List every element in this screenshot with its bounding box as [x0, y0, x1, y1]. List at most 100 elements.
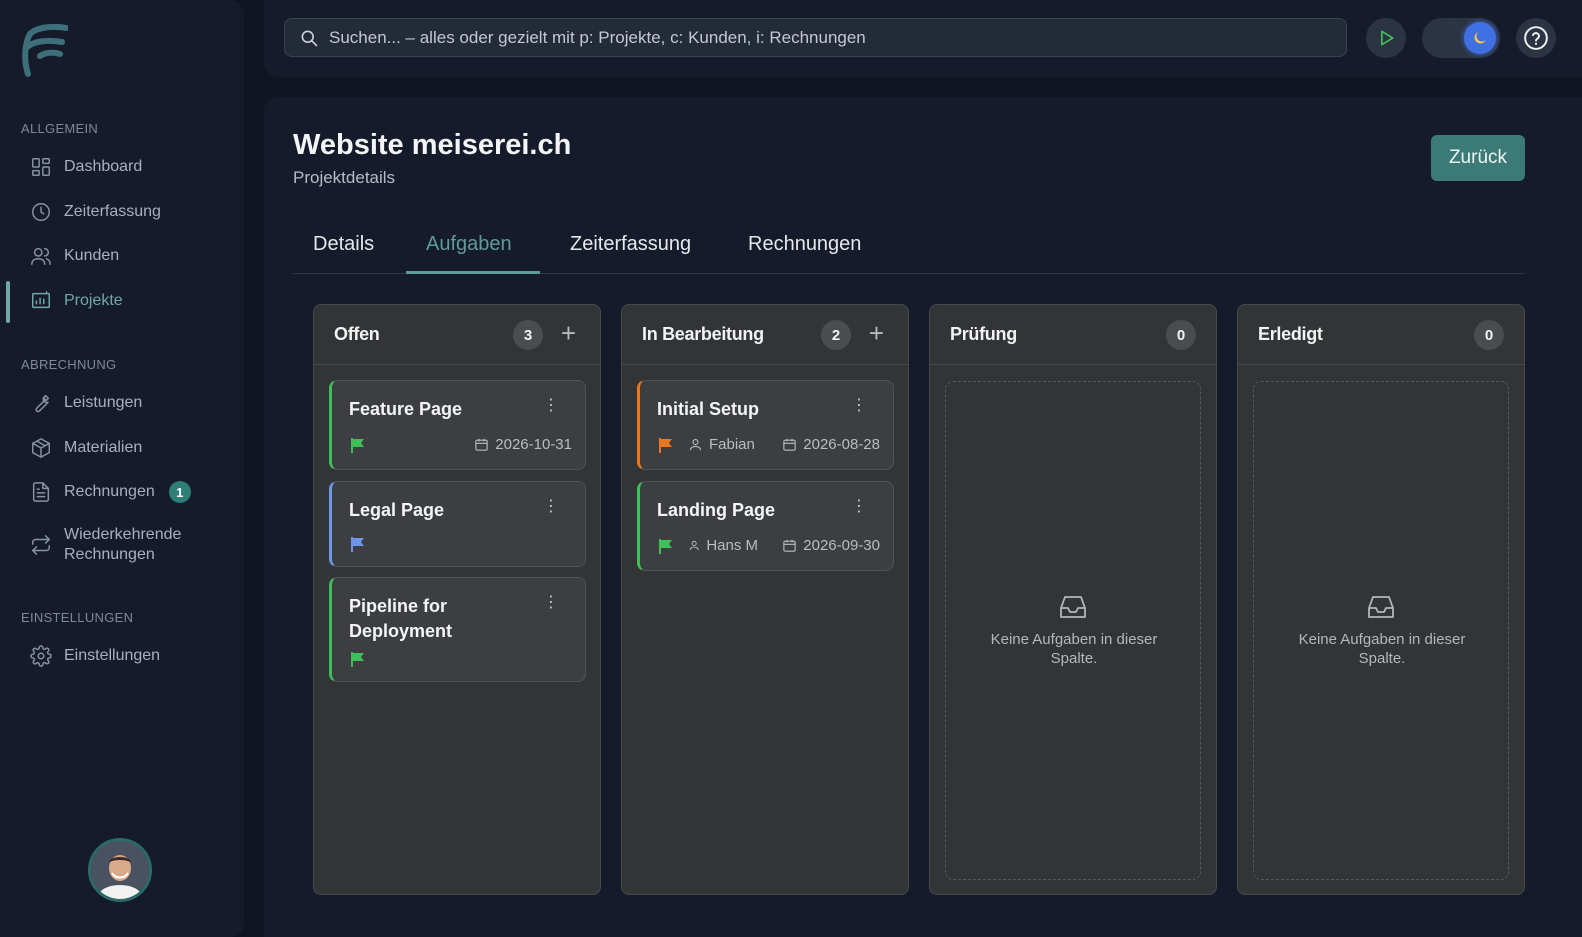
tab-details[interactable]: Details — [313, 233, 374, 256]
sidebar-item-customers[interactable]: Kunden — [30, 245, 119, 267]
dashboard-icon — [32, 158, 50, 176]
task-title: Landing Page — [657, 500, 776, 520]
priority-flag-icon — [659, 539, 672, 554]
column-count-badge: 2 — [821, 320, 851, 350]
task-menu-icon[interactable]: ⋮ — [543, 398, 559, 414]
back-button[interactable]: Zurück — [1431, 135, 1525, 181]
column-count-badge: 3 — [513, 320, 543, 350]
priority-flag-icon — [659, 438, 672, 453]
column-count-badge: 0 — [1166, 320, 1196, 350]
sidebar-item-projects[interactable]: Projekte — [30, 290, 123, 312]
assignee: Fabian — [688, 436, 755, 453]
wrench-icon — [35, 394, 50, 413]
sidebar-item-settings[interactable]: Einstellungen — [30, 645, 160, 667]
tab-invoices[interactable]: Rechnungen — [748, 233, 861, 256]
section-title-billing: ABRECHNUNG — [21, 357, 117, 372]
sidebar-item-services[interactable]: Leistungen — [30, 392, 142, 414]
start-timer-button[interactable] — [1366, 18, 1406, 58]
global-search[interactable] — [284, 18, 1347, 57]
repeat-icon — [32, 535, 50, 555]
sidebar-item-dashboard[interactable]: Dashboard — [30, 156, 142, 178]
active-tab-underline — [406, 271, 540, 274]
empty-dropzone[interactable]: Keine Aufgaben in dieser Spalte. — [1253, 381, 1509, 880]
task-card[interactable]: Legal Page ⋮ — [329, 481, 586, 567]
sidebar-item-label: Kunden — [64, 247, 120, 264]
user-icon — [689, 438, 702, 451]
board-column-done: Erledigt 0 Keine Aufgaben in dieser Spal… — [1237, 304, 1525, 895]
sidebar-item-label: Materialien — [64, 439, 143, 456]
task-card[interactable]: Initial Setup ⋮ Fabian 2026-08-28 — [637, 380, 894, 470]
invoices-count-badge: 1 — [168, 481, 191, 503]
column-header: Erledigt 0 — [1238, 305, 1524, 365]
tab-bar: Details Aufgaben Zeiterfassung Rechnunge… — [293, 225, 1525, 274]
sidebar-item-label: Wiederkehrende Rechnungen — [64, 525, 181, 565]
sidebar-item-time-tracking[interactable]: Zeiterfassung — [30, 201, 161, 223]
app-logo[interactable] — [20, 22, 68, 78]
topbar — [264, 0, 1582, 77]
sidebar-item-label: Einstellungen — [64, 647, 161, 664]
column-title: Erledigt — [1258, 324, 1323, 344]
task-title: Legal Page — [349, 500, 445, 520]
task-title-line-2: Deployment — [349, 621, 453, 641]
search-input[interactable] — [329, 27, 1329, 48]
column-title: Offen — [334, 324, 380, 344]
moon-icon — [1464, 22, 1496, 54]
priority-flag-icon — [351, 438, 364, 453]
recurring-label-line-2: Rechnungen — [64, 546, 155, 563]
user-icon — [689, 540, 699, 551]
task-card[interactable]: Pipeline for Deployment ⋮ — [329, 577, 586, 682]
empty-dropzone[interactable]: Keine Aufgaben in dieser Spalte. — [945, 381, 1201, 880]
sidebar-item-recurring-invoices[interactable]: Wiederkehrende Rechnungen — [30, 525, 181, 565]
theme-toggle[interactable] — [1422, 18, 1500, 58]
search-icon — [301, 30, 318, 46]
avatar-portrait-icon — [91, 841, 149, 899]
task-menu-icon[interactable]: ⋮ — [543, 499, 559, 515]
column-header: In Bearbeitung 2 + — [622, 305, 908, 365]
package-icon — [32, 438, 50, 458]
document-icon — [32, 482, 50, 502]
sidebar-item-invoices[interactable]: Rechnungen 1 — [30, 481, 191, 503]
board-column-in-progress: In Bearbeitung 2 + Initial Setup ⋮ Fabia… — [621, 304, 909, 895]
empty-state-text: Keine Aufgaben in dieser Spalte. — [990, 631, 1158, 667]
tab-time-tracking[interactable]: Zeiterfassung — [570, 233, 691, 256]
task-card[interactable]: Landing Page ⋮ Hans M 2026-09-30 — [637, 481, 894, 571]
sidebar-item-label: Projekte — [64, 292, 123, 309]
help-button[interactable] — [1516, 18, 1556, 58]
sidebar: ALLGEMEIN Dashboard Zeiterfassung Kunden… — [0, 0, 244, 937]
column-title: Prüfung — [950, 324, 1017, 344]
task-card[interactable]: Feature Page ⋮ 2026-10-31 — [329, 380, 586, 470]
users-icon — [31, 247, 51, 265]
user-avatar[interactable] — [88, 838, 152, 902]
add-task-button[interactable]: + — [561, 320, 576, 346]
page-title: Website meiserei.ch — [293, 129, 572, 161]
presentation-chart-icon — [32, 291, 50, 309]
add-task-button[interactable]: + — [869, 320, 884, 346]
priority-flag-icon — [351, 652, 364, 667]
inbox-icon — [1060, 596, 1086, 618]
sidebar-item-materials[interactable]: Materialien — [30, 437, 142, 459]
empty-state-text: Keine Aufgaben in dieser Spalte. — [1298, 631, 1466, 667]
task-title-line-1: Pipeline for — [349, 596, 448, 616]
due-date-value: 2026-09-30 — [803, 537, 880, 554]
priority-flag-icon — [351, 537, 364, 552]
task-menu-icon[interactable]: ⋮ — [851, 499, 867, 515]
sidebar-item-label: Zeiterfassung — [64, 203, 161, 220]
clock-icon — [32, 203, 50, 221]
due-date-value: 2026-10-31 — [495, 436, 572, 453]
column-header: Offen 3 + — [314, 305, 600, 365]
tab-tasks[interactable]: Aufgaben — [426, 233, 512, 256]
task-menu-icon[interactable]: ⋮ — [543, 595, 559, 611]
calendar-icon — [783, 539, 796, 552]
assignee-name: Fabian — [709, 436, 755, 453]
task-menu-icon[interactable]: ⋮ — [851, 398, 867, 414]
project-detail-panel: Website meiserei.ch Projektdetails Zurüc… — [264, 97, 1582, 937]
calendar-icon — [475, 438, 488, 451]
sidebar-item-label: Leistungen — [64, 394, 143, 411]
help-icon — [1524, 26, 1548, 50]
column-count-badge: 0 — [1474, 320, 1504, 350]
due-date: 2026-09-30 — [782, 537, 880, 554]
gear-icon — [30, 645, 52, 667]
active-indicator — [6, 281, 10, 323]
due-date-value: 2026-08-28 — [803, 436, 880, 453]
column-title: In Bearbeitung — [642, 324, 764, 344]
